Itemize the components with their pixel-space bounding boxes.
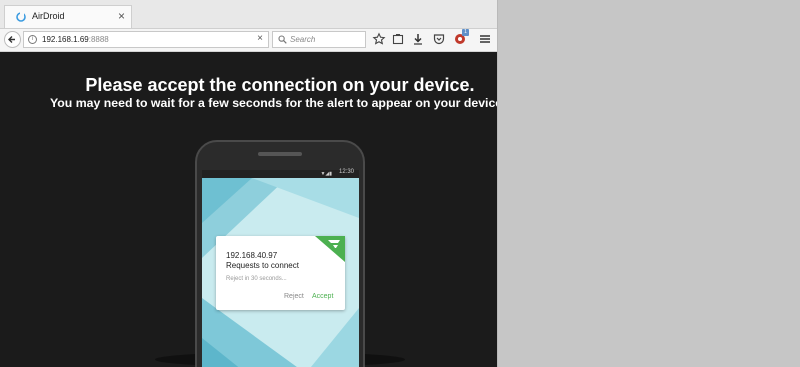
search-input[interactable]: Search <box>290 35 315 44</box>
tab-airdroid[interactable]: AirDroid × <box>4 5 132 28</box>
connection-request-dialog: 192.168.40.97 Requests to connect Reject… <box>216 236 345 310</box>
url-bar[interactable]: i 192.168.1.69:8888 × <box>23 31 269 48</box>
tab-title: AirDroid <box>32 11 65 21</box>
url-text[interactable]: 192.168.1.69:8888 <box>42 35 109 44</box>
page-headline: Please accept the connection on your dev… <box>85 75 475 95</box>
phone-illustration: ▼◢▮ 12:30 192.168.40.97 Requests to conn… <box>195 140 365 367</box>
phone-status-bar: ▼◢▮ 12:30 <box>202 169 359 178</box>
reject-button[interactable]: Reject <box>284 293 304 300</box>
browser-window: AirDroid × i 192.168.1.69:8888 × Search <box>0 0 498 367</box>
search-bar[interactable]: Search <box>272 31 366 48</box>
tab-strip: AirDroid × <box>0 0 497 29</box>
back-arrow-icon <box>8 36 15 43</box>
library-icon[interactable] <box>391 32 405 46</box>
search-icon <box>278 35 287 44</box>
extension-badge: 1 <box>462 29 469 36</box>
airdroid-corner-icon <box>315 236 345 262</box>
request-title: Requests to connect <box>226 261 299 270</box>
status-time: 12:30 <box>338 169 354 175</box>
signal-icons: ▼◢▮ <box>320 171 332 177</box>
page-subline: You may need to wait for a few seconds f… <box>50 96 498 110</box>
page-content: Please accept the connection on your dev… <box>0 52 497 367</box>
pocket-icon[interactable] <box>432 32 446 46</box>
tab-close-icon[interactable]: × <box>118 9 125 23</box>
download-icon[interactable] <box>411 32 425 46</box>
airdroid-logo-icon <box>16 12 26 22</box>
back-button[interactable] <box>4 31 21 48</box>
phone-speaker <box>258 152 302 156</box>
url-port: :8888 <box>88 35 109 44</box>
phone-screen: 192.168.40.97 Requests to connect Reject… <box>202 178 359 367</box>
clear-url-icon[interactable]: × <box>257 33 263 44</box>
extension-button[interactable]: 1 <box>453 29 469 46</box>
info-icon[interactable]: i <box>28 35 37 44</box>
menu-icon[interactable] <box>478 32 492 46</box>
requester-ip: 192.168.40.97 <box>226 251 278 260</box>
url-host: 192.168.1.69 <box>42 35 89 44</box>
navigation-bar: i 192.168.1.69:8888 × Search 1 <box>0 29 497 52</box>
reject-countdown: Reject in 30 seconds... <box>226 276 287 282</box>
accept-button[interactable]: Accept <box>312 293 333 300</box>
bookmark-star-icon[interactable] <box>372 32 386 46</box>
